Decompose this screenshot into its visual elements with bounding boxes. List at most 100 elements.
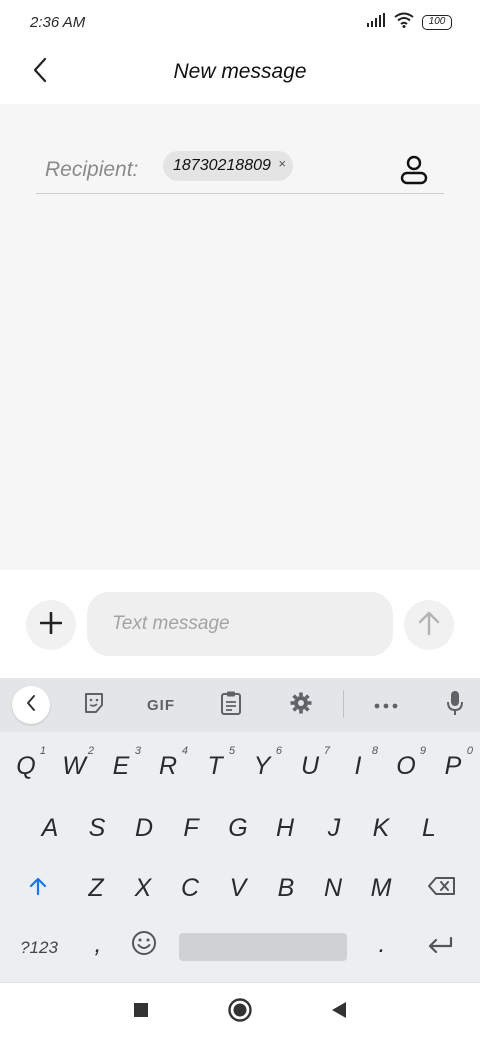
compose-bar bbox=[0, 570, 480, 678]
key-q[interactable]: Q1 bbox=[4, 740, 48, 792]
key-number-hint: 2 bbox=[87, 745, 94, 757]
home-button[interactable] bbox=[225, 997, 255, 1027]
key-x[interactable]: X bbox=[121, 862, 165, 914]
key-s[interactable]: S bbox=[75, 802, 119, 854]
key-b[interactable]: B bbox=[264, 862, 308, 914]
key-v[interactable]: V bbox=[216, 862, 260, 914]
sticker-icon bbox=[82, 691, 106, 720]
recipient-chip[interactable]: 18730218809 × bbox=[163, 151, 293, 181]
signal-icon bbox=[366, 13, 386, 32]
pick-contact-button[interactable] bbox=[398, 154, 430, 186]
send-button[interactable] bbox=[404, 600, 454, 650]
symbols-key[interactable]: ?123 bbox=[10, 922, 68, 974]
header: New message bbox=[0, 44, 480, 104]
back-triangle-icon bbox=[331, 1001, 347, 1024]
gear-icon bbox=[289, 691, 313, 720]
nav-back-button[interactable] bbox=[324, 997, 354, 1027]
key-i[interactable]: I8 bbox=[336, 740, 380, 792]
key-d[interactable]: D bbox=[122, 802, 166, 854]
key-number-hint: 6 bbox=[275, 745, 282, 757]
key-number-hint: 8 bbox=[371, 745, 378, 757]
clipboard-icon bbox=[220, 690, 242, 721]
chip-remove-icon[interactable]: × bbox=[278, 156, 286, 171]
key-c[interactable]: C bbox=[168, 862, 212, 914]
status-bar: 2:36 AM 100 bbox=[0, 0, 480, 44]
arrow-up-icon bbox=[417, 610, 441, 641]
wifi-icon bbox=[394, 12, 414, 33]
key-a[interactable]: A bbox=[28, 802, 72, 854]
key-j[interactable]: J bbox=[312, 802, 356, 854]
recipient-chip-value: 18730218809 bbox=[173, 157, 271, 174]
period-key[interactable]: . bbox=[360, 918, 404, 970]
key-m[interactable]: M bbox=[359, 862, 403, 914]
key-w[interactable]: W2 bbox=[52, 740, 96, 792]
clipboard-button[interactable] bbox=[212, 686, 250, 724]
key-o[interactable]: O9 bbox=[384, 740, 428, 792]
key-number-hint: 4 bbox=[181, 745, 188, 757]
key-label: O bbox=[396, 751, 416, 780]
navigation-bar bbox=[0, 982, 480, 1040]
key-p[interactable]: P0 bbox=[431, 740, 475, 792]
chevron-left-icon bbox=[25, 694, 37, 717]
key-label: Y bbox=[253, 751, 271, 780]
key-label: I bbox=[354, 751, 362, 780]
key-label: T bbox=[207, 751, 223, 780]
key-k[interactable]: K bbox=[359, 802, 403, 854]
plus-icon bbox=[39, 611, 63, 639]
page-title: New message bbox=[173, 60, 307, 83]
key-t[interactable]: T5 bbox=[193, 740, 237, 792]
key-z[interactable]: Z bbox=[74, 862, 118, 914]
emoji-key[interactable] bbox=[122, 920, 166, 972]
key-label: U bbox=[300, 751, 320, 780]
more-button[interactable] bbox=[367, 686, 405, 724]
add-attachment-button[interactable] bbox=[26, 600, 76, 650]
key-r[interactable]: R4 bbox=[146, 740, 190, 792]
sticker-button[interactable] bbox=[75, 686, 113, 724]
recents-square-icon bbox=[133, 1002, 149, 1023]
toolbar-collapse-button[interactable] bbox=[12, 686, 50, 724]
recents-button[interactable] bbox=[126, 997, 156, 1027]
battery-icon: 100 bbox=[422, 15, 452, 30]
mic-icon bbox=[446, 690, 464, 721]
key-h[interactable]: H bbox=[263, 802, 307, 854]
key-number-hint: 9 bbox=[419, 745, 426, 757]
key-label: R bbox=[158, 751, 178, 780]
key-f[interactable]: F bbox=[169, 802, 213, 854]
key-number-hint: 3 bbox=[134, 745, 141, 757]
key-number-hint: 1 bbox=[39, 745, 46, 757]
key-g[interactable]: G bbox=[216, 802, 260, 854]
backspace-key[interactable] bbox=[420, 862, 464, 914]
key-e[interactable]: E3 bbox=[99, 740, 143, 792]
keyboard-toolbar: GIF bbox=[0, 678, 480, 732]
comma-key[interactable]: , bbox=[76, 918, 120, 970]
gif-button[interactable]: GIF bbox=[142, 686, 180, 724]
status-icons: 100 bbox=[366, 12, 452, 33]
gif-label: GIF bbox=[147, 696, 175, 714]
more-icon bbox=[374, 696, 398, 714]
space-bar[interactable] bbox=[179, 933, 347, 961]
voice-input-button[interactable] bbox=[436, 686, 474, 724]
key-label: Q bbox=[16, 751, 36, 780]
keyboard: G I F Q 1 W 2 E 3 R 4 T 5 Y 6 U 7 I 8 O 9 … bbox=[0, 678, 480, 982]
recipient-row[interactable]: Recipient: 18730218809 × bbox=[36, 146, 444, 194]
home-circle-icon bbox=[227, 997, 253, 1028]
emoji-icon bbox=[131, 930, 157, 963]
key-y[interactable]: Y6 bbox=[240, 740, 284, 792]
settings-button[interactable] bbox=[282, 686, 320, 724]
enter-icon bbox=[427, 932, 453, 961]
shift-key[interactable] bbox=[16, 862, 60, 914]
person-icon bbox=[398, 155, 430, 190]
status-time: 2:36 AM bbox=[30, 14, 86, 31]
key-n[interactable]: N bbox=[311, 862, 355, 914]
key-u[interactable]: U7 bbox=[288, 740, 332, 792]
key-l[interactable]: L bbox=[407, 802, 451, 854]
shift-icon bbox=[28, 874, 48, 903]
enter-key[interactable] bbox=[418, 920, 462, 972]
key-number-hint: 0 bbox=[466, 745, 473, 757]
key-label: W bbox=[62, 751, 86, 780]
key-label: E bbox=[112, 751, 130, 780]
toolbar-divider bbox=[343, 690, 344, 718]
key-label: P bbox=[444, 751, 462, 780]
message-input[interactable] bbox=[87, 592, 393, 656]
backspace-icon bbox=[428, 874, 456, 903]
